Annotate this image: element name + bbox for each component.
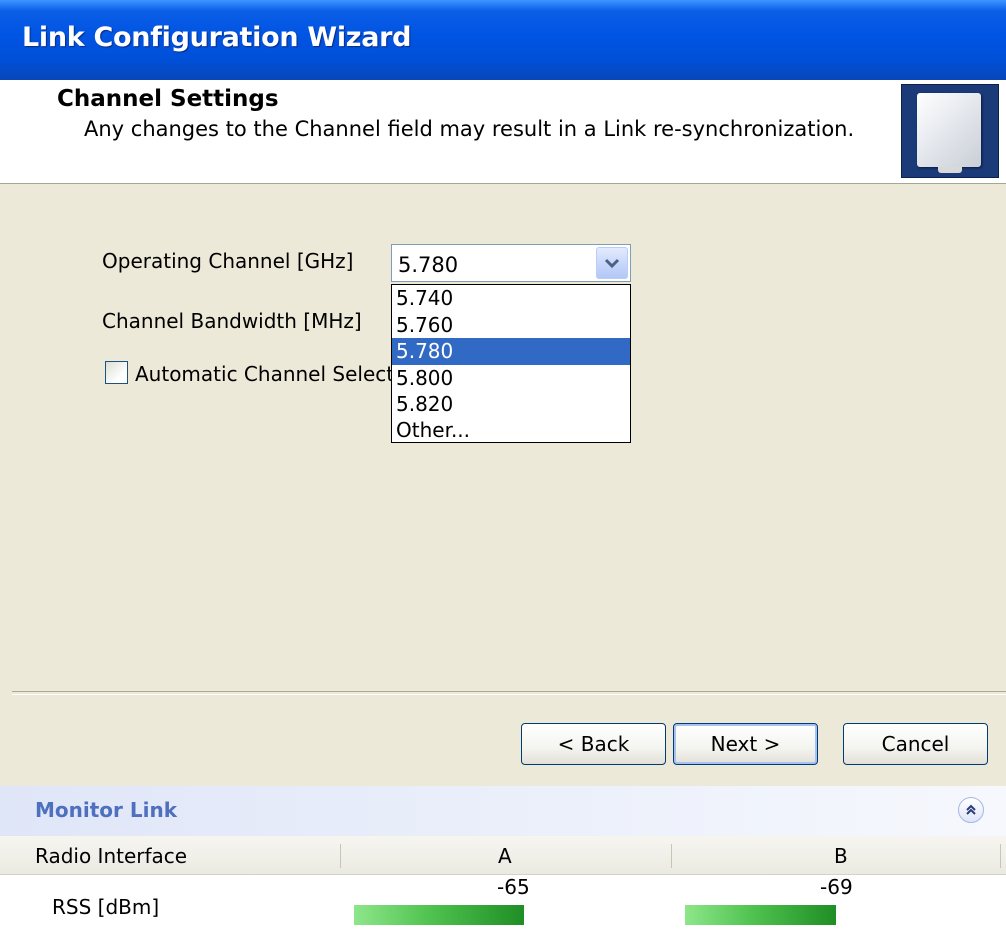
next-button[interactable]: Next > (673, 723, 818, 765)
rss-a-value: -65 (497, 875, 530, 899)
operating-channel-label: Operating Channel [GHz] (102, 249, 354, 273)
chevron-down-icon (604, 258, 620, 269)
dropdown-option[interactable]: 5.800 (392, 365, 630, 392)
rss-a-bar-fill (354, 905, 525, 925)
monitor-link-header[interactable]: Monitor Link (0, 786, 1006, 836)
operating-channel-select[interactable]: 5.780 (391, 244, 631, 282)
window-title: Link Configuration Wizard (22, 22, 412, 53)
operating-channel-dropdown-list[interactable]: 5.740 5.760 5.780 5.800 5.820 Other... (391, 284, 631, 443)
radio-antenna-panel-icon (901, 84, 999, 178)
back-button[interactable]: < Back (521, 723, 666, 765)
auto-channel-label[interactable]: Automatic Channel Selection (135, 362, 425, 386)
dropdown-option[interactable]: 5.820 (392, 391, 630, 418)
button-separator (12, 691, 1006, 695)
dropdown-option-selected[interactable]: 5.780 (392, 338, 630, 365)
page-title: Channel Settings (57, 86, 279, 112)
wizard-header: Channel Settings Any changes to the Chan… (0, 80, 1006, 184)
column-header-b: B (834, 844, 848, 868)
column-header-a: A (498, 844, 512, 868)
rss-b-bar (685, 905, 857, 925)
collapse-button[interactable] (958, 797, 984, 823)
page-subtitle: Any changes to the Channel field may res… (84, 117, 855, 141)
column-divider (340, 844, 341, 868)
rss-b-value: -69 (820, 875, 853, 899)
rss-b-bar-fill (685, 905, 837, 925)
column-divider (671, 844, 672, 868)
dropdown-option[interactable]: Other... (392, 417, 630, 442)
operating-channel-value: 5.780 (398, 253, 459, 277)
dropdown-option[interactable]: 5.760 (392, 312, 630, 339)
table-row: RSS [dBm] -65 -69 (0, 875, 1006, 933)
column-divider (1000, 844, 1001, 868)
monitor-grid: Radio Interface A B RSS [dBm] -65 -69 (0, 836, 1006, 933)
grid-header-row: Radio Interface A B (0, 836, 1006, 875)
antenna-base (938, 167, 962, 173)
cancel-button[interactable]: Cancel (843, 723, 988, 765)
rss-a-bar (354, 905, 526, 925)
rss-label: RSS [dBm] (52, 895, 160, 919)
double-chevron-up-icon (966, 804, 976, 815)
dropdown-option[interactable]: 5.740 (392, 285, 630, 312)
title-bar[interactable]: Link Configuration Wizard (0, 0, 1006, 80)
monitor-link-title: Monitor Link (35, 798, 178, 822)
dropdown-button[interactable] (596, 247, 628, 279)
antenna-face (917, 93, 981, 167)
auto-channel-checkbox[interactable] (105, 361, 128, 384)
column-header-radio-interface: Radio Interface (35, 844, 188, 868)
channel-bandwidth-label: Channel Bandwidth [MHz] (102, 309, 362, 333)
